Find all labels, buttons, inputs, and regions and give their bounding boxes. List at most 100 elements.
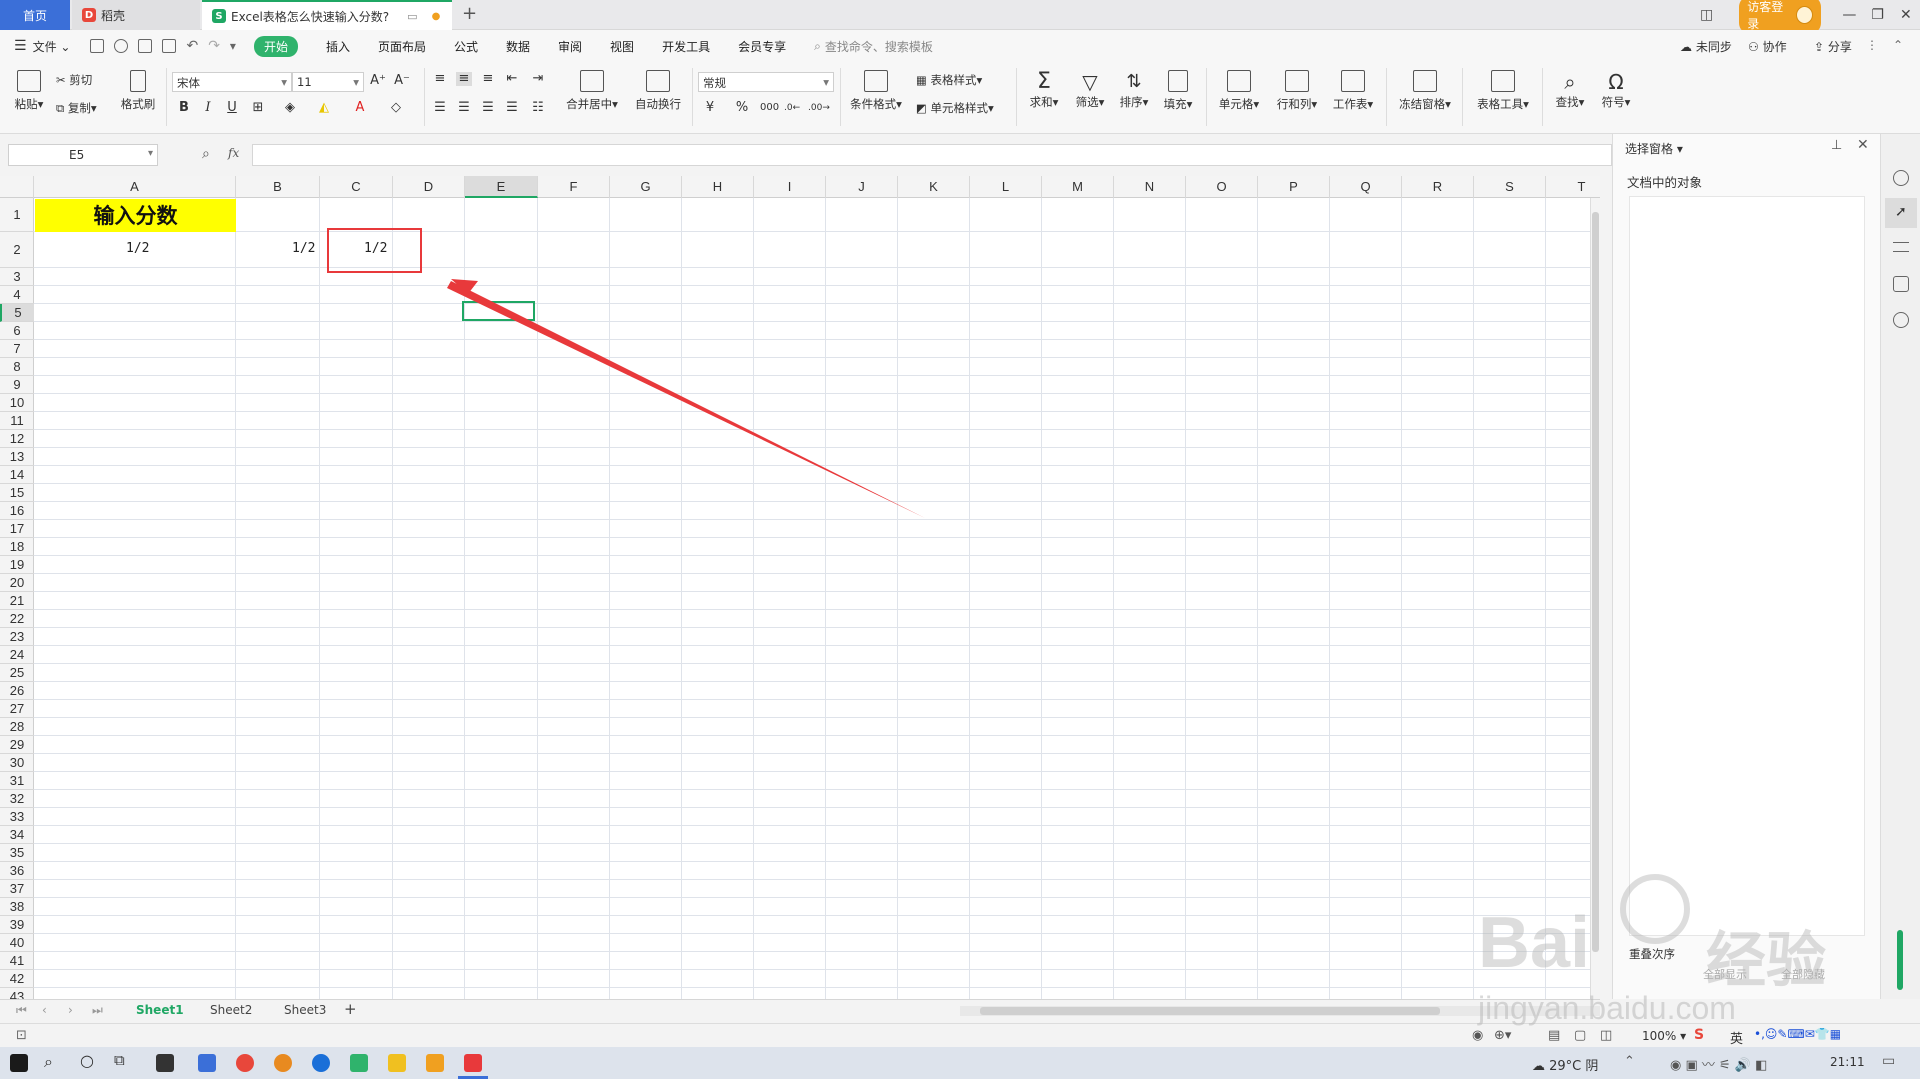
pin-icon[interactable]: ⊥ (1831, 138, 1842, 153)
format-painter-button[interactable]: 格式刷 (118, 70, 158, 112)
menu-formula[interactable]: 公式 (454, 38, 478, 55)
share-button[interactable]: ⇪ 分享 (1814, 38, 1852, 55)
filter-button[interactable]: ▽ 筛选▾ (1072, 70, 1108, 110)
window-layout-icon[interactable]: ◫ (1700, 7, 1713, 23)
percent-icon[interactable]: % (734, 101, 750, 115)
italic-icon[interactable]: I (200, 101, 216, 115)
align-top-icon[interactable]: ≡ (432, 72, 448, 86)
table-style-button[interactable]: ▦ 表格样式▾ (916, 72, 982, 88)
conditional-format-button[interactable]: 条件格式▾ (848, 70, 904, 112)
sort-button[interactable]: ⇅ 排序▾ (1116, 70, 1152, 110)
font-color-icon[interactable]: A (352, 101, 368, 115)
tray-icons[interactable]: ◉ ▣ 〰 ⚟ 🔊 ◧ (1670, 1054, 1767, 1073)
customize-chevron-icon[interactable]: ▾ (230, 39, 236, 53)
justify-icon[interactable]: ☰ (504, 101, 520, 115)
paint-icon[interactable] (274, 1054, 292, 1072)
objects-list[interactable] (1629, 196, 1865, 936)
browser-icon[interactable] (312, 1054, 330, 1072)
first-sheet-icon[interactable]: ⏮ (16, 1003, 27, 1018)
edge-icon[interactable] (350, 1054, 368, 1072)
paste-button[interactable]: 粘贴▾ (12, 70, 46, 112)
windows-start-icon[interactable] (10, 1054, 28, 1072)
tab-document[interactable]: S Excel表格怎么快速输入分数? ▭ ● (202, 0, 452, 30)
menu-data[interactable]: 数据 (506, 38, 530, 55)
hide-all-button[interactable]: 全部隐藏 (1781, 966, 1825, 982)
sum-button[interactable]: Σ 求和▾ (1026, 70, 1062, 110)
border-icon[interactable]: ⊞ (250, 101, 266, 115)
wps-icon[interactable] (464, 1054, 482, 1072)
decrease-decimal-icon[interactable]: .00→ (808, 101, 830, 115)
close-icon[interactable]: ✕ (1857, 137, 1869, 153)
hamburger-icon[interactable]: ☰ (14, 38, 27, 54)
normal-view-icon[interactable]: ▤ (1548, 1028, 1560, 1043)
name-box[interactable]: E5 ▾ (8, 144, 158, 166)
print-preview-icon[interactable] (162, 39, 177, 53)
freeze-panes-button[interactable]: 冻结窗格▾ (1394, 70, 1456, 112)
help-icon[interactable] (1893, 312, 1909, 328)
fill-style-icon[interactable]: ◈ (282, 101, 298, 115)
decrease-font-icon[interactable]: A⁻ (394, 74, 410, 88)
pane-title[interactable]: 选择窗格 ▾ (1625, 140, 1683, 157)
fill-button[interactable]: 填充▾ (1160, 70, 1196, 112)
rows-cols-button[interactable]: 行和列▾ (1272, 70, 1322, 112)
guest-login-button[interactable]: 访客登录 (1739, 0, 1822, 34)
menu-view[interactable]: 视图 (610, 38, 634, 55)
spreadsheet-grid[interactable]: ABCDEFGHIJKLMNOPQRST 1 2 3 4 5 6 7 8 9 10 11 12 13 14… (0, 176, 1600, 999)
menu-home[interactable]: 开始 (253, 35, 298, 57)
indent-decrease-icon[interactable]: ⇤ (504, 72, 520, 86)
last-sheet-icon[interactable]: ⏭ (92, 1003, 103, 1018)
app-icon[interactable] (236, 1054, 254, 1072)
ime-tools-icon[interactable]: •,☺✎⌨✉👕▦ (1754, 1027, 1841, 1041)
increase-font-icon[interactable]: A⁺ (370, 74, 386, 88)
restore-button[interactable]: ❐ (1863, 7, 1891, 23)
clear-format-icon[interactable]: ◇ (388, 101, 404, 115)
align-middle-icon[interactable]: ≡ (456, 72, 472, 86)
cortana-icon[interactable]: ○ (80, 1051, 94, 1070)
file-menu[interactable]: 文件 ⌄ (33, 38, 71, 55)
sheet-tab-2[interactable]: Sheet2 (210, 1003, 252, 1017)
cell-style-button[interactable]: ◩ 单元格样式▾ (916, 100, 994, 116)
table-tools-button[interactable]: 表格工具▾ (1472, 70, 1534, 112)
cut-button[interactable]: ✂ 剪切 (56, 72, 92, 88)
print-icon[interactable] (138, 39, 153, 53)
page-break-view-icon[interactable]: ◫ (1600, 1028, 1612, 1043)
increase-decimal-icon[interactable]: .0← (784, 101, 800, 115)
redo-icon[interactable]: ↷ (208, 38, 220, 54)
dock-icon[interactable]: ⊕▾ (1494, 1028, 1511, 1043)
sogou-ime-icon[interactable]: S (1694, 1027, 1704, 1043)
symbol-button[interactable]: Ω 符号▾ (1598, 70, 1634, 110)
underline-icon[interactable]: U (224, 101, 240, 115)
align-bottom-icon[interactable]: ≡ (480, 72, 496, 86)
menu-developer[interactable]: 开发工具 (662, 38, 710, 55)
new-tab-button[interactable]: + (462, 3, 477, 24)
sheet-tab-1[interactable]: Sheet1 (136, 1003, 184, 1017)
tab-home[interactable]: 首页 (0, 0, 70, 30)
menu-insert[interactable]: 插入 (326, 38, 350, 55)
close-button[interactable]: ✕ (1892, 7, 1920, 23)
fill-color-icon[interactable]: ◭ (316, 101, 332, 115)
copy-button[interactable]: ⧉ 复制▾ (56, 100, 97, 116)
font-name-select[interactable]: 宋体 ▾ (172, 72, 292, 92)
search-icon[interactable]: ⌕ (44, 1052, 53, 1072)
merge-center-button[interactable]: 合并居中▾ (562, 70, 622, 112)
settings-sliders-icon[interactable] (1893, 242, 1909, 252)
formula-input[interactable] (252, 144, 1612, 166)
zoom-formula-icon[interactable]: ⌕ (202, 146, 210, 162)
undo-icon[interactable]: ↶ (186, 38, 198, 54)
eye-protect-icon[interactable]: ◉ (1472, 1028, 1483, 1043)
minimize-button[interactable]: — (1835, 7, 1863, 23)
thousands-icon[interactable]: 000 (760, 101, 779, 115)
indent-increase-icon[interactable]: ⇥ (530, 72, 546, 86)
zoom-level[interactable]: 100% ▾ (1642, 1029, 1686, 1043)
weather[interactable]: ☁ 29°C 阴 (1532, 1055, 1598, 1074)
find-button[interactable]: ⌕ 查找▾ (1552, 70, 1588, 110)
vertical-scrollbar[interactable] (1590, 198, 1600, 999)
worksheet-button[interactable]: 工作表▾ (1328, 70, 1378, 112)
align-center-icon[interactable]: ☰ (456, 101, 472, 115)
sheet-tab-3[interactable]: Sheet3 (284, 1003, 326, 1017)
collapse-ribbon-icon[interactable]: ⌃ (1893, 38, 1903, 52)
distributed-icon[interactable]: ☷ (530, 101, 546, 115)
menu-page-layout[interactable]: 页面布局 (378, 38, 426, 55)
rocket-icon[interactable] (1893, 170, 1909, 186)
scrollbar-thumb[interactable] (1592, 212, 1599, 952)
